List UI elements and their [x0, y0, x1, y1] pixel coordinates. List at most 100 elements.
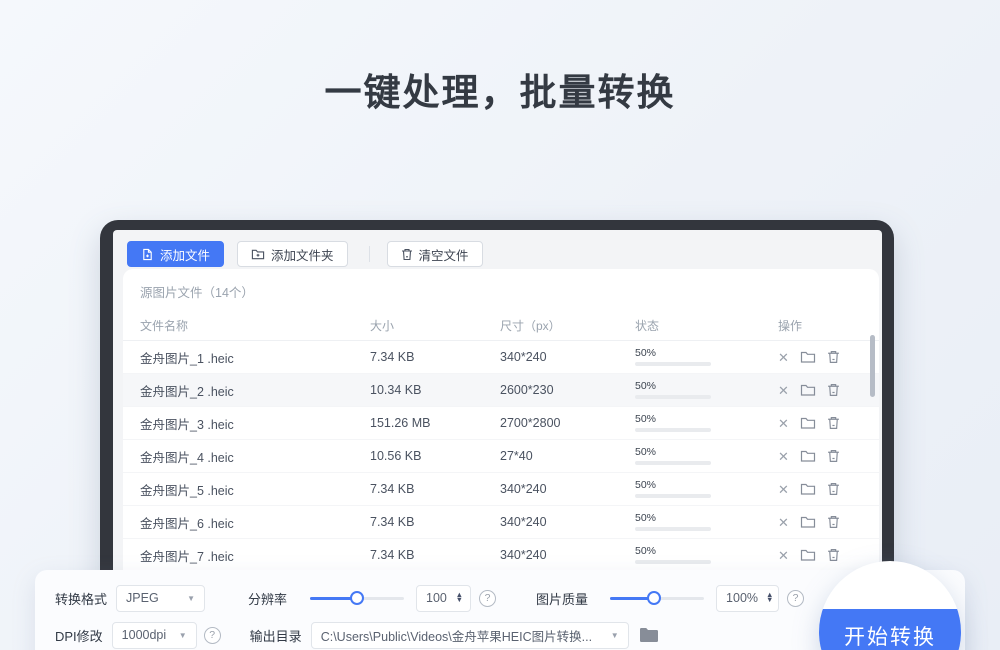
chevron-down-icon: ▼: [187, 594, 195, 603]
col-status: 状态: [635, 317, 778, 334]
file-dimensions: 2700*2800: [500, 416, 635, 430]
status-cell: 50%: [635, 414, 778, 432]
open-folder-icon[interactable]: [800, 449, 816, 463]
open-folder-icon[interactable]: [800, 383, 816, 397]
dpi-value: 1000dpi: [122, 628, 167, 642]
cancel-icon[interactable]: ✕: [778, 549, 789, 562]
add-file-label: 添加文件: [160, 245, 210, 264]
cancel-icon[interactable]: ✕: [778, 450, 789, 463]
delete-icon[interactable]: [827, 449, 840, 463]
delete-icon[interactable]: [827, 383, 840, 397]
file-size: 151.26 MB: [370, 416, 500, 430]
resolution-label: 分辨率: [248, 589, 287, 608]
cancel-icon[interactable]: ✕: [778, 417, 789, 430]
status-cell: 50%: [635, 348, 778, 366]
format-select[interactable]: JPEG ▼: [116, 585, 205, 612]
output-path-select[interactable]: C:\Users\Public\Videos\金舟苹果HEIC图片转换... ▼: [311, 622, 629, 649]
open-folder-icon[interactable]: [800, 515, 816, 529]
cancel-icon[interactable]: ✕: [778, 351, 789, 364]
progress-bar: [635, 395, 711, 399]
col-dimensions: 尺寸（px）: [500, 317, 635, 334]
delete-icon[interactable]: [827, 515, 840, 529]
folder-plus-icon: [251, 248, 265, 261]
open-folder-icon[interactable]: [800, 482, 816, 496]
browse-folder-icon[interactable]: [639, 627, 659, 643]
clear-files-button[interactable]: 清空文件: [387, 241, 483, 267]
file-name: 金舟图片_4 .heic: [140, 447, 370, 466]
progress-bar: [635, 362, 711, 366]
delete-icon[interactable]: [827, 482, 840, 496]
open-folder-icon[interactable]: [800, 416, 816, 430]
delete-icon[interactable]: [827, 548, 840, 562]
cancel-icon[interactable]: ✕: [778, 384, 789, 397]
stepper-arrows-icon[interactable]: ▲▼: [456, 593, 463, 602]
file-dimensions: 2600*230: [500, 383, 635, 397]
start-convert-label: 开始转换: [844, 621, 936, 650]
progress-label: 50%: [635, 546, 778, 557]
file-size: 7.34 KB: [370, 548, 500, 562]
cancel-icon[interactable]: ✕: [778, 483, 789, 496]
vertical-scrollbar[interactable]: [870, 335, 875, 397]
progress-bar: [635, 560, 711, 564]
progress-bar: [635, 428, 711, 432]
progress-label: 50%: [635, 480, 778, 491]
add-file-button[interactable]: 添加文件: [127, 241, 224, 267]
status-cell: 50%: [635, 381, 778, 399]
open-folder-icon[interactable]: [800, 548, 816, 562]
cancel-icon[interactable]: ✕: [778, 516, 789, 529]
file-name: 金舟图片_6 .heic: [140, 513, 370, 532]
delete-icon[interactable]: [827, 350, 840, 364]
progress-label: 50%: [635, 447, 778, 458]
open-folder-icon[interactable]: [800, 350, 816, 364]
table-row[interactable]: 金舟图片_1 .heic 7.34 KB 340*240 50% ✕: [123, 341, 879, 374]
add-folder-button[interactable]: 添加文件夹: [237, 241, 348, 267]
file-dimensions: 340*240: [500, 482, 635, 496]
actions-cell: ✕: [778, 383, 879, 397]
resolution-stepper[interactable]: 100 ▲▼: [416, 585, 471, 612]
dpi-select[interactable]: 1000dpi ▼: [112, 622, 197, 649]
actions-cell: ✕: [778, 350, 879, 364]
file-size: 10.34 KB: [370, 383, 500, 397]
progress-bar: [635, 494, 711, 498]
progress-label: 50%: [635, 348, 778, 359]
output-label: 输出目录: [250, 626, 302, 645]
resolution-slider[interactable]: [310, 591, 404, 605]
file-name: 金舟图片_2 .heic: [140, 381, 370, 400]
actions-cell: ✕: [778, 515, 879, 529]
actions-cell: ✕: [778, 449, 879, 463]
stepper-arrows-icon[interactable]: ▲▼: [766, 593, 773, 602]
quality-stepper[interactable]: 100% ▲▼: [716, 585, 779, 612]
resolution-value: 100: [426, 591, 447, 605]
file-name: 金舟图片_1 .heic: [140, 348, 370, 367]
start-convert-button[interactable]: 开始转换: [819, 609, 961, 650]
table-row[interactable]: 金舟图片_6 .heic 7.34 KB 340*240 50% ✕: [123, 506, 879, 539]
dpi-help-icon[interactable]: ?: [204, 627, 221, 644]
file-plus-icon: [141, 248, 154, 261]
quality-value: 100%: [726, 591, 758, 605]
table-row[interactable]: 金舟图片_4 .heic 10.56 KB 27*40 50% ✕: [123, 440, 879, 473]
file-dimensions: 340*240: [500, 350, 635, 364]
toolbar: 添加文件 添加文件夹 清空文件: [113, 230, 882, 267]
progress-bar: [635, 527, 711, 531]
quality-slider[interactable]: [610, 591, 704, 605]
trash-icon: [401, 248, 413, 261]
file-dimensions: 340*240: [500, 515, 635, 529]
chevron-down-icon: ▼: [611, 631, 619, 640]
status-cell: 50%: [635, 480, 778, 498]
quality-help-icon[interactable]: ?: [787, 590, 804, 607]
table-row[interactable]: 金舟图片_5 .heic 7.34 KB 340*240 50% ✕: [123, 473, 879, 506]
table-row[interactable]: 金舟图片_3 .heic 151.26 MB 2700*2800 50% ✕: [123, 407, 879, 440]
clear-files-label: 清空文件: [419, 245, 469, 264]
file-size: 7.34 KB: [370, 350, 500, 364]
col-file-name: 文件名称: [140, 317, 370, 334]
file-dimensions: 27*40: [500, 449, 635, 463]
file-name: 金舟图片_5 .heic: [140, 480, 370, 499]
resolution-help-icon[interactable]: ?: [479, 590, 496, 607]
file-list: 金舟图片_1 .heic 7.34 KB 340*240 50% ✕ 金舟图片_…: [123, 341, 879, 572]
table-header: 文件名称 大小 尺寸（px） 状态 操作: [123, 311, 879, 341]
table-row[interactable]: 金舟图片_2 .heic 10.34 KB 2600*230 50% ✕: [123, 374, 879, 407]
file-name: 金舟图片_7 .heic: [140, 546, 370, 565]
delete-icon[interactable]: [827, 416, 840, 430]
table-row[interactable]: 金舟图片_7 .heic 7.34 KB 340*240 50% ✕: [123, 539, 879, 572]
toolbar-divider: [369, 246, 370, 262]
